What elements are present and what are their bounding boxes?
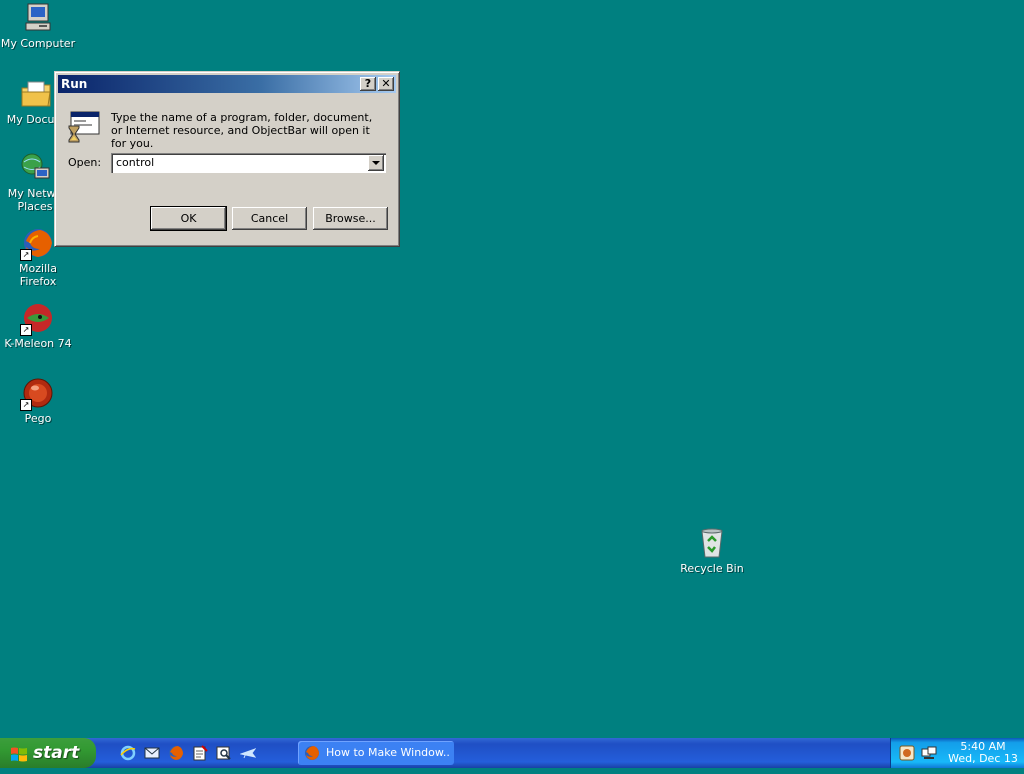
desktop-icon-label: Recycle Bin xyxy=(680,562,744,575)
folder-icon xyxy=(20,78,52,110)
close-button[interactable]: ✕ xyxy=(378,77,394,91)
ok-button[interactable]: OK xyxy=(150,206,227,231)
desktop-icon-k-meleon[interactable]: ↗ K-Meleon 74 xyxy=(0,302,76,350)
volume-icon[interactable] xyxy=(899,745,915,761)
run-dialog: Run ? ✕ Type the name of a program, fold… xyxy=(54,71,400,247)
taskbar: start How to Make Window... 5:40 AM Wed,… xyxy=(0,738,1024,768)
windows-flag-icon xyxy=(10,744,28,762)
desktop-icon-label: My Computer xyxy=(0,37,76,50)
run-dialog-titlebar[interactable]: Run ? ✕ xyxy=(58,75,396,93)
shortcut-arrow-icon: ↗ xyxy=(20,399,32,411)
start-button[interactable]: start xyxy=(0,738,96,768)
search-icon[interactable] xyxy=(216,745,232,761)
notepad-icon[interactable] xyxy=(192,745,208,761)
network-tray-icon[interactable] xyxy=(921,745,937,761)
plane-icon[interactable] xyxy=(239,745,257,761)
cancel-button[interactable]: Cancel xyxy=(232,207,307,230)
desktop-icon-pego[interactable]: ↗ Pego xyxy=(0,377,76,425)
desktop-icon-label: K-Meleon 74 xyxy=(4,337,72,350)
clock[interactable]: 5:40 AM Wed, Dec 13 xyxy=(945,741,1021,765)
computer-icon xyxy=(22,2,54,34)
open-label: Open: xyxy=(68,156,102,169)
run-prompt-text: Type the name of a program, folder, docu… xyxy=(111,111,373,150)
firefox-icon[interactable] xyxy=(168,745,184,761)
taskbar-window-button[interactable]: How to Make Window... xyxy=(298,741,454,765)
ie-icon[interactable] xyxy=(120,745,136,761)
k-meleon-icon: ↗ xyxy=(20,302,54,336)
open-combobox[interactable]: control xyxy=(111,153,386,173)
desktop-icon-my-computer[interactable]: My Computer xyxy=(0,2,76,50)
shortcut-arrow-icon: ↗ xyxy=(20,324,32,336)
help-button[interactable]: ? xyxy=(360,77,376,91)
run-program-icon xyxy=(67,110,101,144)
run-dialog-title: Run xyxy=(61,77,88,91)
browse-button[interactable]: Browse... xyxy=(313,207,388,230)
recycle-bin-icon xyxy=(696,527,728,559)
clock-date: Wed, Dec 13 xyxy=(948,752,1018,765)
shortcut-arrow-icon: ↗ xyxy=(20,249,32,261)
pego-icon: ↗ xyxy=(20,377,54,411)
desktop-icon-recycle-bin[interactable]: Recycle Bin xyxy=(674,527,750,575)
chevron-down-icon[interactable] xyxy=(368,155,384,171)
desktop-icon-label: Pego xyxy=(24,412,52,425)
start-label: start xyxy=(33,743,80,763)
firefox-icon: ↗ xyxy=(20,227,54,261)
open-input[interactable]: control xyxy=(116,156,154,169)
system-tray: 5:40 AM Wed, Dec 13 xyxy=(890,738,1024,768)
firefox-icon xyxy=(304,745,320,761)
desktop-icon-label: Mozilla Firefox xyxy=(19,262,57,288)
outlook-icon[interactable] xyxy=(144,745,160,761)
taskbar-window-label: How to Make Window... xyxy=(326,746,450,759)
network-icon xyxy=(19,152,51,184)
